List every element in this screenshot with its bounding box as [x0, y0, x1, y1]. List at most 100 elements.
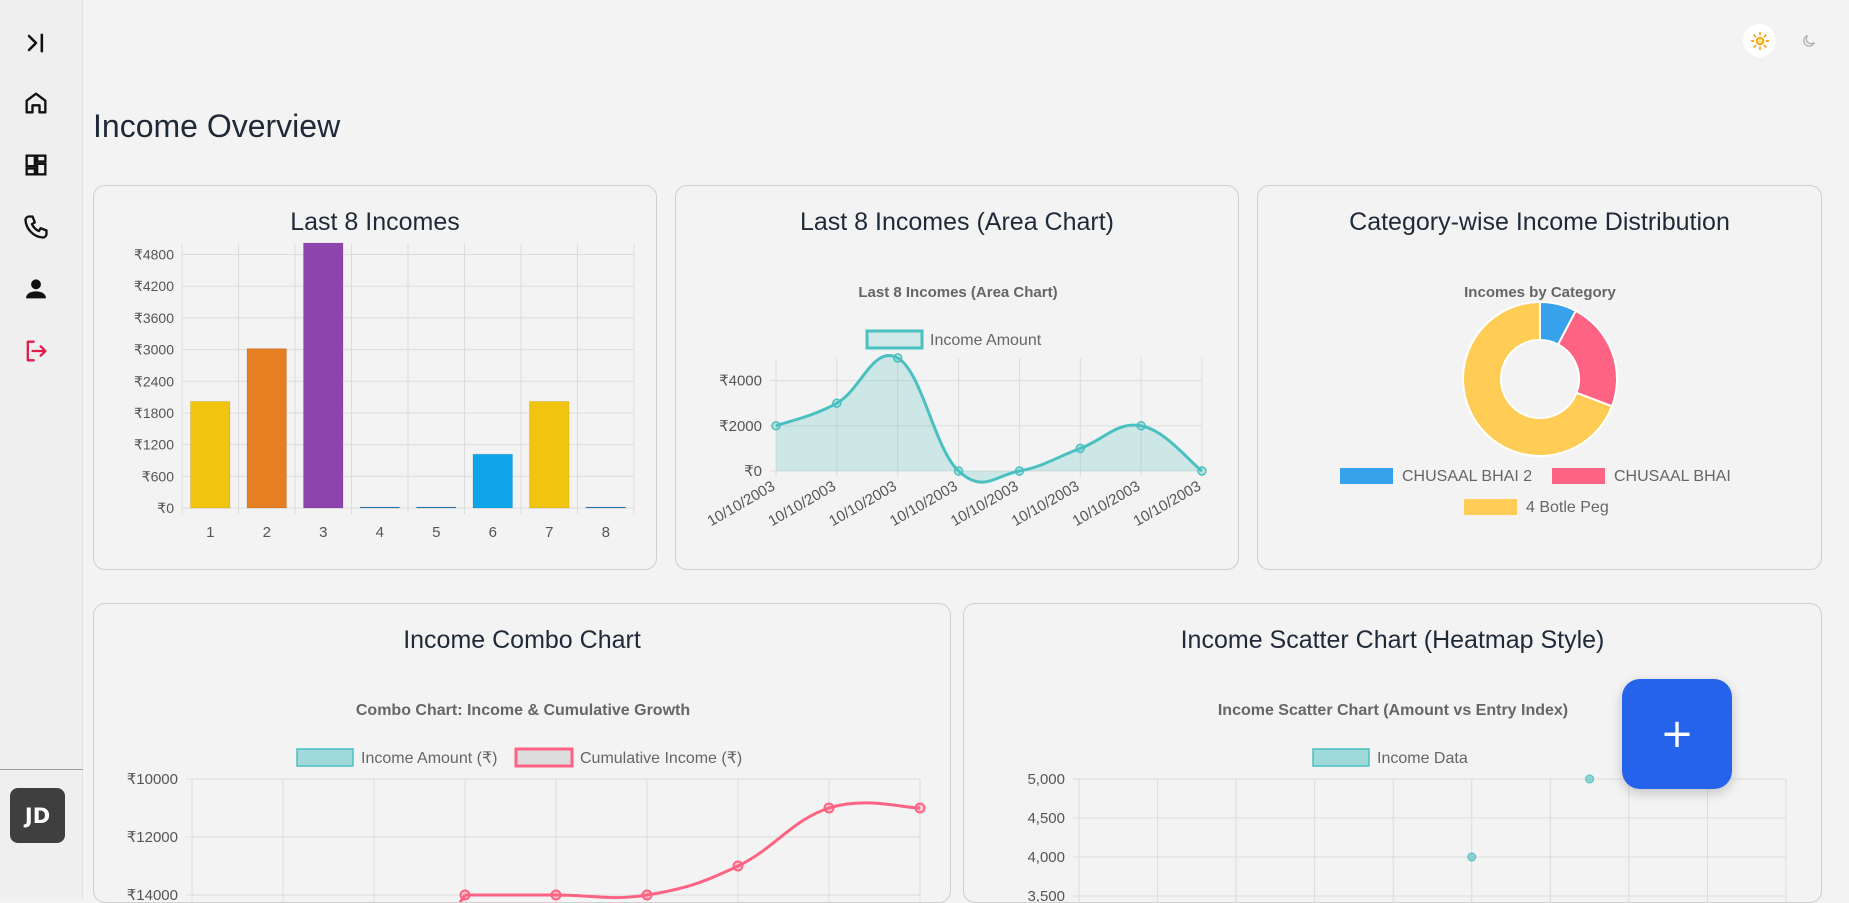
combo-chart-card: Income Combo Chart Combo Chart: Income &…	[93, 603, 951, 903]
bar	[472, 453, 514, 509]
y-tick-label: ₹14000	[127, 887, 178, 903]
data-point	[1075, 443, 1086, 454]
sidebar: JD	[0, 0, 83, 899]
x-tick-label: 10/10/2003	[1130, 478, 1204, 530]
y-tick-label: 4,000	[1027, 849, 1065, 866]
x-tick-label: 8	[602, 524, 610, 541]
x-tick-label: 7	[545, 524, 553, 541]
area-chart-card: Last 8 Incomes (Area Chart) Last 8 Incom…	[675, 185, 1239, 570]
legend-label: CHUSAAL BHAI 2	[1402, 468, 1532, 485]
data-point	[914, 802, 926, 814]
y-tick-label: ₹0	[744, 463, 762, 480]
user-icon[interactable]	[18, 271, 54, 307]
avatar[interactable]: JD	[10, 788, 65, 843]
legend-label: Income Amount (₹)	[361, 750, 497, 767]
data-point	[1197, 466, 1207, 476]
data-point	[1014, 466, 1025, 476]
legend-label: Income Amount	[930, 332, 1042, 349]
x-tick-label: 10/10/2003	[887, 478, 961, 530]
x-tick-label: 5	[432, 524, 440, 541]
sidebar-divider	[0, 769, 83, 770]
moon-icon[interactable]	[1792, 24, 1825, 57]
x-tick-label: 3	[319, 524, 327, 541]
y-tick-label: 4,500	[1027, 810, 1065, 827]
legend-label: Income Data	[1377, 750, 1468, 767]
legend-swatch	[514, 747, 574, 768]
data-point	[892, 353, 903, 363]
chart-title: Income Scatter Chart (Amount vs Entry In…	[1218, 702, 1568, 719]
bar	[585, 506, 627, 509]
x-tick-label: 10/10/2003	[1009, 478, 1083, 530]
y-tick-label: ₹10000	[127, 771, 178, 788]
y-tick-label: ₹2400	[134, 373, 174, 389]
y-tick-label: ₹4000	[719, 373, 762, 390]
y-tick-label: 3,500	[1027, 888, 1065, 903]
legend-label: Cumulative Income (₹)	[580, 750, 742, 767]
y-tick-label: ₹3000	[134, 342, 174, 358]
logout-icon[interactable]	[18, 333, 54, 369]
area-fill	[776, 355, 1202, 483]
y-tick-label: ₹600	[142, 468, 174, 484]
bar	[302, 242, 344, 509]
legend-swatch	[296, 748, 354, 767]
bar	[528, 400, 570, 509]
y-tick-label: ₹2000	[719, 418, 762, 435]
y-tick-label: ₹4200	[134, 278, 174, 294]
chart-title: Combo Chart: Income & Cumulative Growth	[356, 702, 690, 719]
x-tick-label: 10/10/2003	[704, 478, 778, 530]
x-tick-label: 6	[489, 524, 497, 541]
legend-swatch	[1312, 748, 1370, 767]
x-tick-label: 2	[263, 524, 271, 541]
data-point	[732, 860, 744, 872]
chart-title: Last 8 Incomes (Area Chart)	[858, 284, 1057, 301]
data-point	[459, 889, 471, 901]
data-point	[953, 466, 964, 476]
phone-icon[interactable]	[18, 209, 54, 245]
bar-chart: ₹0 ₹600 ₹1200 ₹1800 ₹2400 ₹3000 ₹3600 ₹4200 ₹480…	[134, 242, 635, 541]
legend-swatch	[1464, 499, 1517, 515]
y-tick-label: ₹0	[157, 500, 174, 516]
legend-label: CHUSAAL BHAI	[1614, 468, 1731, 485]
x-tick-label: 10/10/2003	[826, 478, 900, 530]
bar	[415, 506, 457, 509]
data-point	[550, 889, 562, 901]
y-tick-label: 5,000	[1027, 771, 1065, 788]
data-point	[771, 421, 781, 431]
data-point	[1467, 852, 1477, 862]
y-tick-label: ₹4800	[134, 247, 174, 263]
sun-icon[interactable]	[1743, 24, 1776, 57]
x-tick-label: 10/10/2003	[1070, 478, 1144, 530]
data-point	[1136, 421, 1146, 431]
combo-chart: Combo Chart: Income & Cumulative Growth I…	[127, 702, 926, 903]
add-income-button[interactable]: +	[1622, 679, 1732, 789]
data-point	[1585, 774, 1595, 784]
legend-swatch	[1340, 468, 1393, 484]
chart-title: Incomes by Category	[1464, 284, 1616, 301]
dashboard-icon[interactable]	[18, 147, 54, 183]
data-point	[832, 398, 842, 408]
data-point	[641, 889, 653, 901]
bar-chart-card: Last 8 Incomes ₹0 ₹600 ₹1200 ₹1800 ₹2400 ₹300…	[93, 185, 657, 570]
home-icon[interactable]	[18, 85, 54, 121]
legend-swatch	[865, 329, 924, 350]
x-tick-label: 10/10/2003	[948, 478, 1022, 530]
donut-chart-card: Category-wise Income Distribution Income…	[1257, 185, 1822, 570]
y-tick-label: ₹1200	[134, 437, 174, 453]
legend-label: 4 Botle Peg	[1526, 499, 1609, 516]
bar	[189, 400, 231, 509]
x-tick-label: 1	[206, 524, 214, 541]
plus-icon: +	[1660, 711, 1694, 757]
donut-chart: Incomes by Category CHUSAAL BHAI 2 CHUSAAL…	[1340, 284, 1731, 516]
page-title: Income Overview	[93, 108, 341, 144]
series-line	[464, 801, 921, 900]
y-tick-label: ₹1800	[134, 405, 174, 421]
legend-swatch	[1552, 468, 1605, 484]
area-chart: Last 8 Incomes (Area Chart) Income Amount…	[704, 284, 1207, 530]
expand-sidebar-icon[interactable]	[18, 25, 54, 61]
bar	[246, 348, 288, 509]
y-tick-label: ₹12000	[127, 829, 178, 846]
y-tick-label: ₹3600	[134, 310, 174, 326]
x-tick-label: 10/10/2003	[765, 478, 839, 530]
data-point	[823, 802, 835, 814]
x-tick-label: 4	[376, 524, 384, 541]
